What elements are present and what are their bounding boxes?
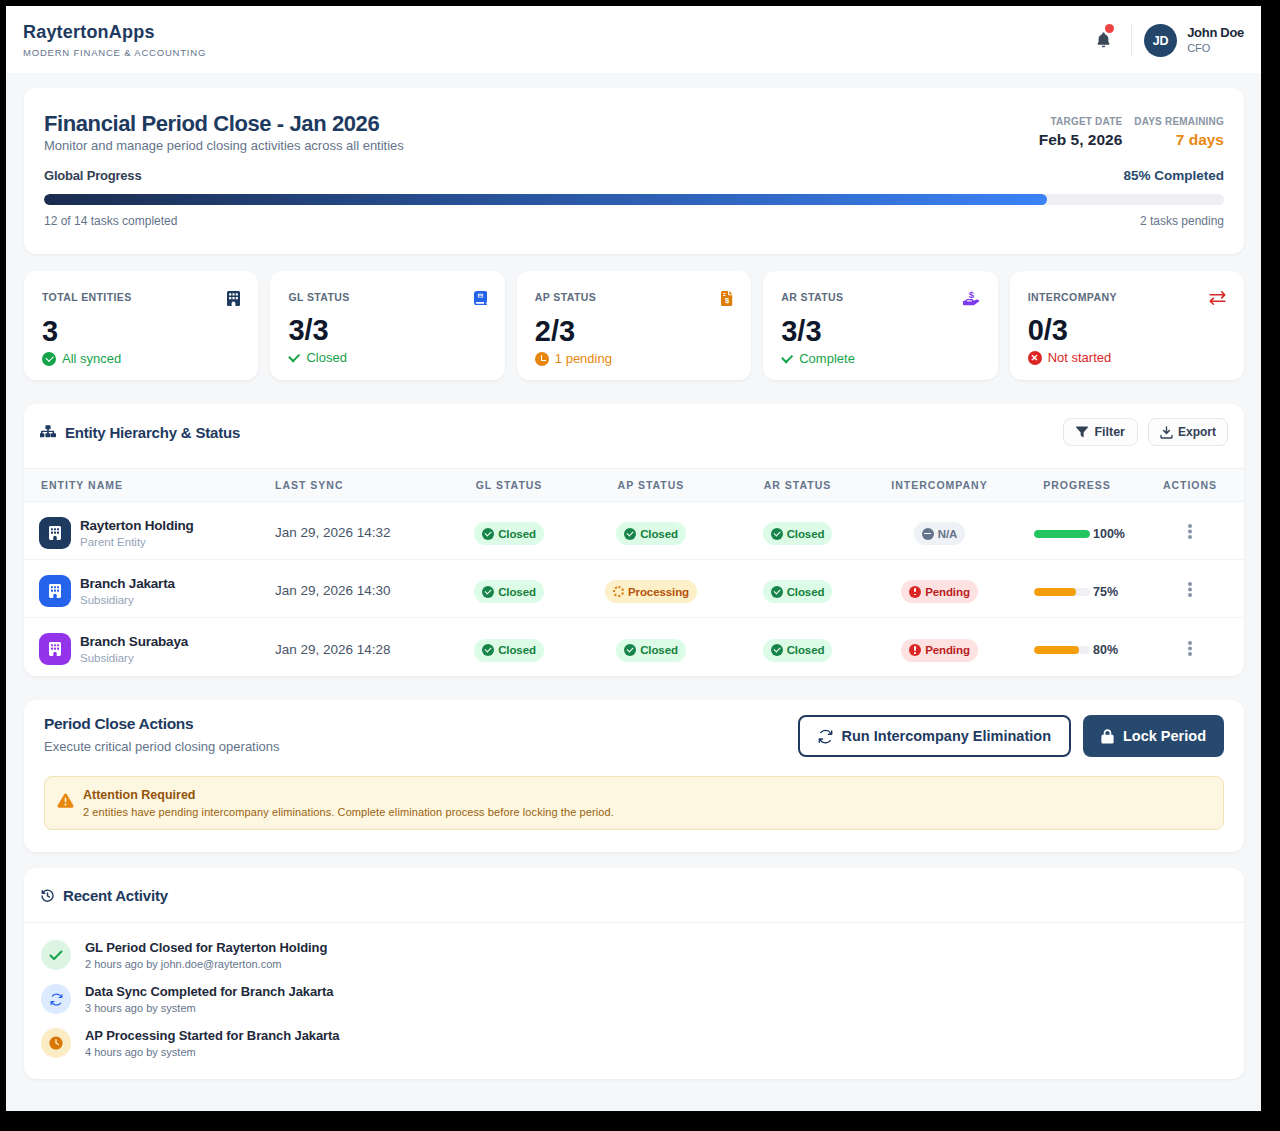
svg-text:$: $	[968, 291, 974, 300]
